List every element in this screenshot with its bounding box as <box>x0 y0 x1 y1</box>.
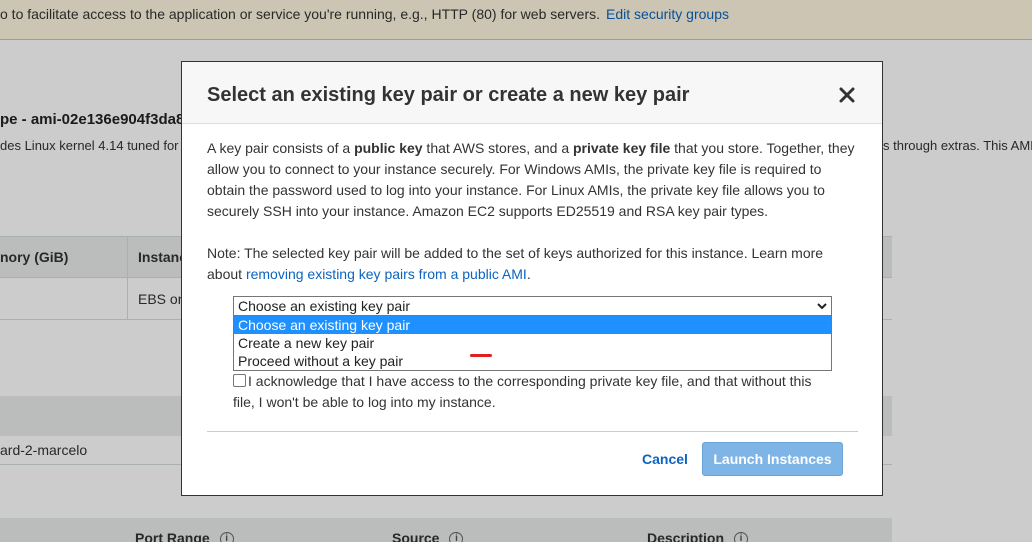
select-value: Choose an existing key pair <box>238 298 410 314</box>
acknowledge-checkbox[interactable] <box>233 374 246 387</box>
close-icon <box>839 87 855 103</box>
option-choose-existing[interactable]: Choose an existing key pair <box>234 316 831 334</box>
launch-instances-button[interactable]: Launch Instances <box>702 442 843 476</box>
dialog-title: Select an existing key pair or create a … <box>207 84 690 106</box>
footer-divider <box>207 431 858 432</box>
key-pair-select[interactable]: Choose an existing key pair <box>233 296 832 316</box>
cancel-button[interactable]: Cancel <box>642 451 688 467</box>
red-annotation-mark <box>470 354 492 357</box>
removing-key-pairs-link[interactable]: removing existing key pairs from a publi… <box>246 266 527 282</box>
option-proceed-without[interactable]: Proceed without a key pair <box>234 352 831 370</box>
option-create-new[interactable]: Create a new key pair <box>234 334 831 352</box>
acknowledge-label: I acknowledge that I have access to the … <box>233 373 812 410</box>
close-button[interactable] <box>836 84 858 106</box>
key-pair-dialog: Select an existing key pair or create a … <box>181 61 883 496</box>
key-pair-options-list: Choose an existing key pair Create a new… <box>233 315 832 371</box>
dialog-header: Select an existing key pair or create a … <box>182 62 882 124</box>
key-pair-note: Note: The selected key pair will be adde… <box>207 245 824 282</box>
acknowledge-row: I acknowledge that I have access to the … <box>233 371 833 413</box>
dialog-body: A key pair consists of a public key that… <box>207 138 859 285</box>
chevron-down-icon <box>817 303 827 310</box>
key-pair-explanation: A key pair consists of a public key that… <box>207 140 855 219</box>
